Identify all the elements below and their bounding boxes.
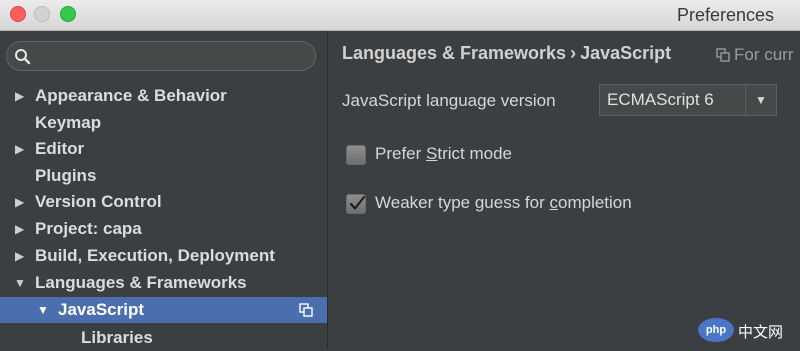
watermark-logo: php <box>698 318 734 342</box>
weaker-type-guess-label[interactable]: Weaker type guess for completion <box>375 193 632 213</box>
expand-arrow-icon[interactable]: ▶ <box>15 243 24 269</box>
title-bar: Preferences <box>0 0 800 31</box>
settings-sidebar: ▶ Appearance & Behavior Keymap ▶ Editor … <box>0 31 328 349</box>
watermark-text: 中文网 <box>738 324 784 341</box>
scope-note-text: For curr <box>734 45 794 64</box>
tree-item-label: Keymap <box>35 113 102 132</box>
option-mnemonic: S <box>426 144 438 163</box>
breadcrumb-current: JavaScript <box>580 43 672 63</box>
dropdown-button[interactable]: ▼ <box>745 85 776 115</box>
collapse-arrow-icon[interactable]: ▼ <box>37 297 49 323</box>
option-label-text: ompletion <box>558 193 632 212</box>
breadcrumb: Languages & Frameworks › JavaScript <box>342 43 671 64</box>
zoom-window-button[interactable] <box>60 6 76 22</box>
tree-item-build-execution-deployment[interactable]: ▶ Build, Execution, Deployment <box>0 243 327 269</box>
tree-item-label: Languages & Frameworks <box>35 273 247 292</box>
tree-item-editor[interactable]: ▶ Editor <box>0 136 327 162</box>
option-mnemonic: c <box>549 193 559 212</box>
settings-content-pane: Languages & Frameworks › JavaScript For cu… <box>328 31 800 349</box>
expand-arrow-icon[interactable]: ▶ <box>15 136 24 162</box>
close-window-button[interactable] <box>10 6 26 22</box>
tree-item-label: JavaScript <box>58 300 144 319</box>
checkmark-icon <box>349 195 366 210</box>
tree-item-label: Project: capa <box>35 219 142 238</box>
expand-arrow-icon[interactable]: ▶ <box>15 189 24 215</box>
tree-item-version-control[interactable]: ▶ Version Control <box>0 189 327 215</box>
tree-item-label: Libraries <box>81 328 153 347</box>
tree-item-appearance-behavior[interactable]: ▶ Appearance & Behavior <box>0 83 327 109</box>
project-settings-icon <box>299 303 313 317</box>
tree-item-keymap[interactable]: Keymap <box>0 110 327 136</box>
language-version-value: ECMAScript 6 <box>607 90 714 109</box>
prefer-strict-mode-label[interactable]: Prefer Strict mode <box>375 144 512 164</box>
tree-item-languages-frameworks[interactable]: ▼ Languages & Frameworks <box>0 270 327 296</box>
tree-item-label: Version Control <box>35 192 162 211</box>
site-watermark: php 中文网 <box>698 318 794 344</box>
language-version-label: JavaScript language version <box>342 91 556 110</box>
option-label-text: Weaker type guess for <box>375 193 550 212</box>
tree-item-label: Appearance & Behavior <box>35 86 227 105</box>
option-label-text: Prefer <box>375 144 427 163</box>
breadcrumb-parent: Languages & Frameworks <box>342 43 567 63</box>
tree-item-label: Editor <box>35 139 85 158</box>
expand-arrow-icon[interactable]: ▶ <box>15 216 24 242</box>
tree-item-label: Build, Execution, Deployment <box>35 246 275 265</box>
tree-item-project[interactable]: ▶ Project: capa <box>0 216 327 242</box>
search-icon <box>15 49 31 65</box>
prefer-strict-mode-checkbox[interactable] <box>346 145 366 165</box>
chevron-down-icon: ▼ <box>755 93 767 107</box>
language-version-select[interactable]: ECMAScript 6 ▼ <box>599 84 777 116</box>
project-settings-icon <box>716 48 730 62</box>
minimize-window-button[interactable] <box>34 6 50 22</box>
window-title: Preferences <box>676 5 774 25</box>
settings-search-input[interactable] <box>6 41 316 71</box>
option-label-text: trict mode <box>437 144 513 163</box>
breadcrumb-separator: › <box>570 43 577 63</box>
expand-arrow-icon[interactable]: ▶ <box>15 83 24 109</box>
tree-item-plugins[interactable]: Plugins <box>0 163 327 189</box>
tree-item-label: Plugins <box>35 166 97 185</box>
scope-note: For curr <box>716 45 794 65</box>
tree-item-javascript[interactable]: ▼ JavaScript <box>0 297 327 323</box>
collapse-arrow-icon[interactable]: ▼ <box>14 270 26 296</box>
weaker-type-guess-checkbox[interactable] <box>346 194 366 214</box>
tree-item-libraries[interactable]: Libraries <box>0 325 327 351</box>
